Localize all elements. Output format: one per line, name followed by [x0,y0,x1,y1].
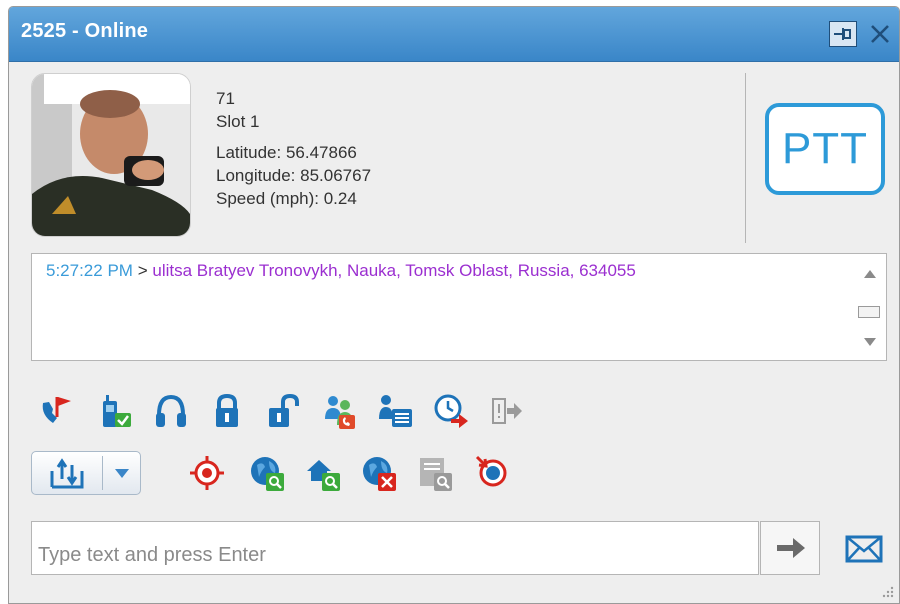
envelope-icon[interactable] [845,533,883,565]
latitude-value: Latitude: 56.47866 [216,143,357,162]
schedule-forward-icon[interactable] [433,393,469,429]
exit-disabled-icon[interactable] [489,393,525,429]
speed-value: Speed (mph): 0.24 [216,189,357,208]
slot-label: Slot 1 [216,112,260,131]
send-button[interactable] [760,521,820,575]
radio-info-icon[interactable] [377,393,413,429]
message-input[interactable] [31,521,759,575]
arrow-right-icon [777,538,805,558]
ptt-button[interactable]: PTT [765,103,885,195]
log-address[interactable]: ulitsa Bratyev Tronovykh, Nauka, Tomsk O… [152,261,635,280]
radio-check-icon[interactable] [97,393,133,429]
home-search-icon[interactable] [305,455,341,491]
log-entry: 5:27:22 PM > ulitsa Bratyev Tronovykh, N… [46,261,636,281]
sort-dropdown-button[interactable] [103,452,141,494]
lock-icon[interactable] [209,393,245,429]
scroll-down-icon[interactable] [864,338,876,346]
upload-sort-icon [50,458,84,489]
close-icon [871,25,889,43]
sort-split-button[interactable] [31,451,141,495]
globe-delete-icon[interactable] [361,455,397,491]
history-search-icon[interactable] [417,455,453,491]
scroll-up-icon[interactable] [864,270,876,278]
radio-id: 71 [216,89,235,108]
longitude-value: Longitude: 85.06767 [216,166,372,185]
resize-grip-icon[interactable] [879,583,895,599]
radio-window: 2525 - Online 71 Slot 1 Latitude: 56.478… [8,6,900,604]
avatar [31,73,191,237]
pin-icon [834,28,851,40]
unlock-icon[interactable] [265,393,301,429]
officer-photo [32,74,190,236]
scroll-thumb[interactable] [858,306,880,318]
log-time: 5:27:22 PM [46,261,133,280]
window-title: 2525 - Online [21,20,149,42]
call-alert-icon[interactable] [39,393,75,429]
target-cancel-icon[interactable] [473,453,509,489]
divider [745,73,746,243]
globe-search-icon[interactable] [249,455,285,491]
title-bar[interactable]: 2525 - Online [9,7,899,62]
chevron-down-icon [115,469,129,478]
location-log: 5:27:22 PM > ulitsa Bratyev Tronovykh, N… [31,253,887,361]
log-scrollbar[interactable] [852,254,886,360]
pin-button[interactable] [829,21,857,47]
locate-target-icon[interactable] [189,455,225,491]
close-button[interactable] [867,21,893,47]
sort-main-button[interactable] [32,452,102,494]
radio-info: 71 Slot 1 Latitude: 56.47866 Longitude: … [216,87,371,210]
group-call-icon[interactable] [321,393,357,429]
monitor-headset-icon[interactable] [153,393,189,429]
log-separator: > [137,261,148,280]
